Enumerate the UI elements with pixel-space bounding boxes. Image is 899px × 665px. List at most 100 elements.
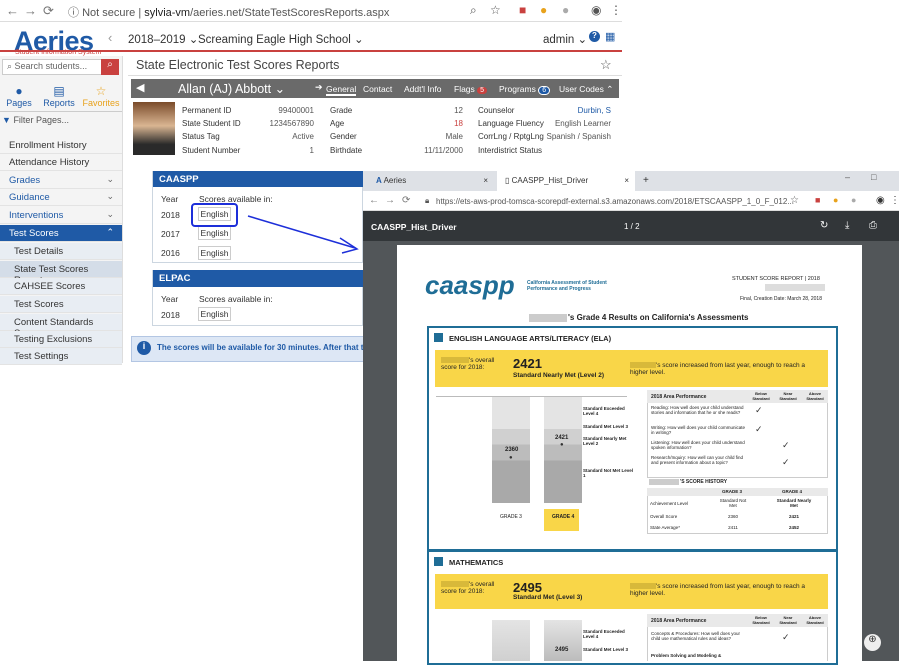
back-icon[interactable]: ← xyxy=(6,3,19,18)
prev-student-icon[interactable]: ◀ xyxy=(136,81,144,94)
sidebar-item-cahsee-scores[interactable]: CAHSEE Scores xyxy=(0,278,122,295)
sidebar-item-label: Test Settings xyxy=(14,351,69,362)
tab-contact[interactable]: Contact xyxy=(363,84,392,94)
filter-pages-input[interactable]: ▼ Filter Pages... xyxy=(2,115,69,125)
new-tab-icon[interactable]: + xyxy=(643,175,649,186)
year-dropdown[interactable]: 2018–2019 ⌄ xyxy=(128,32,198,46)
back-icon[interactable]: ← xyxy=(369,195,379,206)
caaspp-logo-subtitle: California Assessment of Student Perform… xyxy=(527,280,607,292)
nav-pages[interactable]: ● Pages xyxy=(0,84,38,108)
sidebar-item-enrollment-history[interactable]: Enrollment History xyxy=(0,137,122,154)
sidebar-item-interventions[interactable]: Interventions ⌄ xyxy=(0,207,122,224)
menu-icon[interactable]: ⋮ xyxy=(890,195,899,206)
filter-icon: ▼ xyxy=(2,115,11,125)
forward-icon[interactable]: → xyxy=(24,3,37,18)
nav-reports[interactable]: ▤ Reports xyxy=(40,84,78,108)
check-icon: ✓ xyxy=(782,632,790,642)
sidebar-item-test-scores-sub[interactable]: Test Scores xyxy=(0,296,122,313)
maximize-icon[interactable]: □ xyxy=(871,172,876,182)
field-value: 1234567890 xyxy=(269,119,315,128)
sidebar-item-testing-exclusions[interactable]: Testing Exclusions xyxy=(0,331,122,348)
student-name[interactable]: Allan (AJ) Abbott ⌄ xyxy=(178,81,285,96)
check-icon: ✓ xyxy=(782,457,790,467)
account-icon[interactable]: ◉ xyxy=(876,195,885,206)
filter-placeholder: Filter Pages... xyxy=(13,115,69,125)
chrome-icon[interactable]: ● xyxy=(833,195,838,205)
level-label: Standard Met Level 3 xyxy=(583,647,629,652)
tab-caaspp-hist[interactable]: ▯ CAASPP_Hist_Driver × xyxy=(497,171,635,191)
tab-programs[interactable]: Programs 6 xyxy=(499,84,551,95)
sidebar-item-state-test-scores-reports[interactable]: State Test Scores Reports xyxy=(0,261,122,286)
student-search-input[interactable]: ⌕ Search students... xyxy=(2,59,102,75)
tab-user-codes[interactable]: User Codes ⌃ xyxy=(559,84,613,95)
download-icon[interactable]: ⤓ xyxy=(845,220,849,231)
level-label: Standard Nearly Met Level 2 xyxy=(583,436,627,446)
menu-icon[interactable]: ⋮ xyxy=(610,3,622,17)
field-value: English Learner xyxy=(554,119,611,128)
address-bar[interactable]: ⓘ Not secure | sylvia-vm/aeries.net/Stat… xyxy=(68,4,389,20)
field-label: Grade xyxy=(330,106,353,115)
english-report-button[interactable]: English xyxy=(198,226,231,240)
user-menu[interactable]: admin ⌄ xyxy=(543,32,587,46)
english-report-button[interactable]: English xyxy=(198,307,231,321)
search-placeholder: Search students... xyxy=(14,61,88,71)
minimize-icon[interactable]: – xyxy=(845,172,850,182)
print-icon[interactable]: ⎙ xyxy=(869,220,877,231)
sidebar-item-test-details[interactable]: Test Details xyxy=(0,243,122,260)
tab-flags[interactable]: Flags 5 xyxy=(454,84,488,94)
extension2-icon[interactable]: ● xyxy=(851,195,856,205)
tab-aeries[interactable]: A Aeries × xyxy=(368,171,496,191)
history-value: 2411 xyxy=(728,525,738,530)
extension-icon[interactable]: ■ xyxy=(519,3,526,17)
pdf-url[interactable]: https://ets-aws-prod-tomsca-scorepdf-ext… xyxy=(436,197,794,206)
forward-icon[interactable]: → xyxy=(385,195,395,206)
sidebar-item-grades[interactable]: Grades ⌄ xyxy=(0,172,122,189)
sidebar-item-guidance[interactable]: Guidance ⌄ xyxy=(0,189,122,206)
help-icon[interactable]: ? xyxy=(589,31,600,42)
sidebar-item-label: Enrollment History xyxy=(9,140,87,151)
search-icon[interactable]: ⌕ xyxy=(470,3,477,18)
account-icon[interactable]: ◉ xyxy=(591,3,601,17)
counselor-link[interactable]: Durbin, S xyxy=(540,106,611,115)
area-col: Above Standard xyxy=(806,391,824,401)
ela-title: ENGLISH LANGUAGE ARTS/LITERACY (ELA) xyxy=(449,334,612,343)
tab-general[interactable]: General xyxy=(326,84,357,96)
area-col: Below Standard xyxy=(752,391,770,401)
next-student-icon[interactable]: ➔ xyxy=(315,82,323,93)
sidebar-item-content-standards[interactable]: Content Standards Scores xyxy=(0,314,122,339)
grid-icon[interactable]: ▦ xyxy=(605,30,615,43)
star-icon[interactable]: ☆ xyxy=(790,195,799,206)
check-icon: ✓ xyxy=(755,405,763,415)
extension2-icon[interactable]: ● xyxy=(562,3,569,17)
close-tab-icon[interactable]: × xyxy=(483,176,488,185)
nav-label: Reports xyxy=(43,98,75,108)
row-year: 2017 xyxy=(161,229,180,239)
tab-addtl-info[interactable]: Addt'l Info xyxy=(404,84,442,94)
reload-icon[interactable]: ⟳ xyxy=(43,3,54,19)
info-icon: i xyxy=(137,341,151,355)
document-icon: ▯ xyxy=(505,176,510,185)
extension-icon[interactable]: ■ xyxy=(815,195,820,205)
collapse-icon[interactable]: ‹ xyxy=(108,30,112,45)
reload-icon[interactable]: ⟳ xyxy=(402,195,410,206)
star-icon[interactable]: ☆ xyxy=(490,3,501,17)
logo-subtitle: Student Information System xyxy=(15,49,102,56)
tab-label: Flags xyxy=(454,84,475,94)
sidebar-item-label: Test Scores xyxy=(9,228,59,239)
school-dropdown[interactable]: Screaming Eagle High School ⌄ xyxy=(198,32,364,46)
zoom-fit-icon[interactable]: ⊕ xyxy=(864,634,881,651)
search-button[interactable]: ⌕ xyxy=(101,59,119,75)
sidebar-item-attendance-history[interactable]: Attendance History xyxy=(0,154,122,171)
close-tab-icon[interactable]: × xyxy=(624,176,629,185)
favorite-star-icon[interactable]: ☆ xyxy=(600,57,612,73)
sidebar-item-test-scores[interactable]: Test Scores ⌃ xyxy=(0,225,122,242)
history-value: Standard Not Met xyxy=(719,498,747,508)
english-report-button[interactable]: English xyxy=(198,246,231,260)
history-label: Achievement Level xyxy=(650,501,689,506)
field-value: 99400001 xyxy=(278,106,314,115)
nav-favorites[interactable]: ☆ Favorites xyxy=(82,84,120,108)
rotate-icon[interactable]: ↻ xyxy=(820,220,828,231)
sidebar-item-test-settings[interactable]: Test Settings xyxy=(0,348,122,365)
chrome-icon[interactable]: ● xyxy=(540,3,547,17)
tab-label: Contact xyxy=(363,84,393,94)
